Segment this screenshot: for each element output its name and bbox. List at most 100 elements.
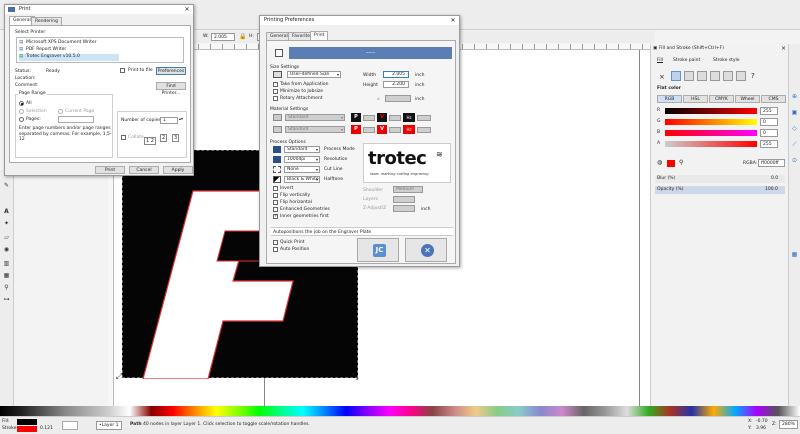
printer-item-pdf[interactable]: ▤ PDF Report Writer <box>19 47 179 54</box>
opacity-spin[interactable] <box>62 421 78 430</box>
rotary-attachment-checkbox[interactable] <box>273 96 278 101</box>
material-hz-button[interactable]: Hz <box>403 125 415 134</box>
pages-input[interactable] <box>58 116 94 123</box>
cut-line-select[interactable]: None ▾ <box>284 166 320 173</box>
width-input[interactable]: 2.005 <box>383 71 409 78</box>
printer-item-trotec[interactable]: ▤ Trotec Engraver v10.5.0 <box>19 54 119 61</box>
printer-item-xps[interactable]: ▤ Microsoft XPS Document Writer <box>19 40 179 47</box>
cancel-button[interactable]: Cancel <box>129 166 159 174</box>
enhanced-geometries-checkbox[interactable] <box>273 207 278 212</box>
channel-a-value[interactable]: 255 <box>760 140 778 148</box>
mesh-btn[interactable] <box>710 71 720 81</box>
opacity-value[interactable]: 100.0 <box>765 187 778 192</box>
snap-nodes-icon[interactable]: ◇ <box>790 124 799 133</box>
snap-center-icon[interactable]: ⊙ <box>790 156 799 165</box>
pattern-btn[interactable] <box>723 71 733 81</box>
range-selection-radio[interactable] <box>19 109 24 114</box>
mode-wheel[interactable]: Wheel <box>735 95 760 103</box>
material-p-button[interactable]: P <box>351 125 361 134</box>
close-icon[interactable]: ✕ <box>183 5 191 14</box>
tab-stroke-style[interactable]: Stroke style <box>713 58 740 63</box>
gradient-tool-icon[interactable]: ▥ <box>2 260 11 268</box>
close-icon[interactable]: ✕ <box>449 16 457 25</box>
scale-handle-bl[interactable]: ⤢ <box>116 372 122 382</box>
mode-hsl[interactable]: HSL <box>683 95 708 103</box>
material-p-button[interactable]: P <box>351 113 361 122</box>
mode-cms[interactable]: CMS <box>761 95 786 103</box>
close-icon[interactable]: × <box>781 45 786 52</box>
channel-b-slider[interactable] <box>665 130 757 136</box>
minimize-jobsize-checkbox[interactable] <box>273 89 278 94</box>
eraser-tool-icon[interactable]: ▱ <box>2 234 11 242</box>
swatch-btn[interactable] <box>736 71 746 81</box>
size-mode-select[interactable]: User-defined Size ▾ <box>287 71 341 78</box>
range-all-radio[interactable] <box>19 101 24 106</box>
radial-gradient-btn[interactable] <box>697 71 707 81</box>
bucket-tool-icon[interactable]: ◉ <box>2 246 11 254</box>
collate-checkbox[interactable] <box>121 135 126 140</box>
unset-paint-icon[interactable]: ? <box>751 72 755 80</box>
opacity-row[interactable]: Opacity (%) 100.0 <box>655 186 785 194</box>
snap-bbox-icon[interactable]: ▣ <box>790 108 799 117</box>
tab-print[interactable]: Print <box>310 31 329 40</box>
apply-button[interactable]: Apply <box>163 166 193 174</box>
w-input[interactable]: 2.005 <box>211 33 235 41</box>
mesh-tool-icon[interactable]: ▦ <box>2 272 11 280</box>
text-tool-icon[interactable]: A <box>2 208 11 216</box>
flip-horizontal-checkbox[interactable] <box>273 200 278 205</box>
inner-geometries-first-checkbox[interactable] <box>273 213 278 219</box>
cancel-job-button[interactable]: ✕ <box>405 238 447 262</box>
stroke-swatch[interactable] <box>17 426 37 432</box>
no-paint-icon[interactable]: × <box>659 73 665 81</box>
tab-fill[interactable]: Fill <box>657 58 663 63</box>
preferences-button[interactable]: Preferences <box>156 67 186 75</box>
range-pages-radio[interactable] <box>19 117 24 122</box>
channel-g-value[interactable]: 0 <box>760 118 778 126</box>
eyedropper-icon[interactable]: ⚲ <box>679 159 683 166</box>
mode-cmyk[interactable]: CMYK <box>709 95 734 103</box>
range-current-radio[interactable] <box>58 109 63 114</box>
connector-tool-icon[interactable]: ⊶ <box>2 296 11 304</box>
material-hz-button[interactable]: Hz <box>403 113 415 122</box>
pen-tool-icon[interactable]: ✎ <box>2 182 11 190</box>
tab-stroke-paint[interactable]: Stroke paint <box>673 58 700 63</box>
invert-checkbox[interactable] <box>273 186 278 191</box>
fill-swatch[interactable] <box>17 419 37 425</box>
jobcontrol-button[interactable]: JC <box>357 238 399 262</box>
halftone-select[interactable]: Black & White ▾ <box>284 176 320 183</box>
flat-color-btn[interactable] <box>671 71 681 81</box>
print-to-file-checkbox[interactable] <box>120 68 125 73</box>
printer-list[interactable]: ▤ Microsoft XPS Document Writer ▤ PDF Re… <box>16 37 184 63</box>
channel-g-slider[interactable] <box>665 119 757 125</box>
channel-b-value[interactable]: 0 <box>760 129 778 137</box>
material-v-button[interactable]: V <box>377 125 387 134</box>
layer-selector[interactable]: •Layer 1 <box>96 421 122 430</box>
flip-vertically-checkbox[interactable] <box>273 193 278 198</box>
channel-a-slider[interactable] <box>665 141 757 147</box>
channel-r-slider[interactable] <box>665 108 757 114</box>
take-from-app-checkbox[interactable] <box>273 82 278 87</box>
dropper-tool-icon[interactable]: ⚲ <box>2 284 11 292</box>
snap-grid-icon[interactable]: ▦ <box>790 250 799 259</box>
find-printer-button[interactable]: Find Printer... <box>156 82 186 96</box>
snap-toggle-icon[interactable]: ⊕ <box>790 92 799 101</box>
mode-rgb[interactable]: RGB <box>657 95 682 103</box>
height-input[interactable]: 2.200 <box>383 81 409 88</box>
linear-gradient-btn[interactable] <box>684 71 694 81</box>
auto-position-checkbox[interactable] <box>273 247 278 252</box>
scale-handle-br[interactable]: ⤡ <box>352 372 358 382</box>
copies-input[interactable]: 1 <box>160 117 178 124</box>
snap-path-icon[interactable]: ⟋ <box>790 140 799 149</box>
channel-r-value[interactable]: 255 <box>760 107 778 115</box>
process-mode-select[interactable]: Standard ▾ <box>284 146 320 153</box>
color-palette[interactable] <box>0 406 800 416</box>
quick-print-checkbox[interactable] <box>273 240 278 245</box>
copies-spinner-icon[interactable]: ▴▾ <box>179 116 183 121</box>
print-button[interactable]: Print <box>95 166 125 174</box>
zoom-input[interactable]: 280% <box>779 420 798 429</box>
resolution-select[interactable]: 1000dpi ▾ <box>284 156 320 163</box>
tab-rendering[interactable]: Rendering <box>31 17 62 25</box>
lock-icon[interactable]: 🔒 <box>239 33 246 40</box>
spray-tool-icon[interactable]: ✦ <box>2 220 11 228</box>
material-v-button[interactable]: V <box>377 113 387 122</box>
